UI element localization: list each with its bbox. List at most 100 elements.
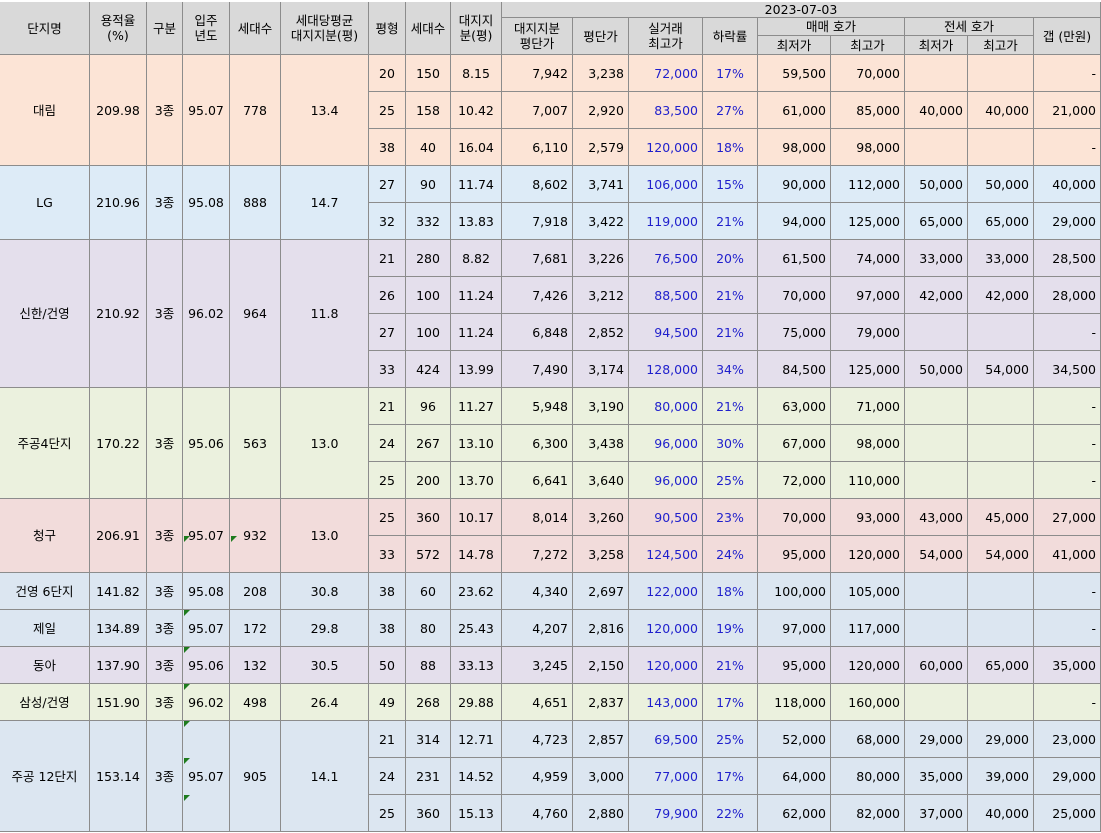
- complex-households[interactable]: 932: [230, 499, 281, 573]
- cell-land-unit-price[interactable]: 7,681: [502, 240, 573, 277]
- cell-jeonse-min[interactable]: 33,000: [905, 240, 968, 277]
- cell-max-trade[interactable]: 122,000: [629, 573, 703, 610]
- cell-drop-rate[interactable]: 21%: [703, 314, 758, 351]
- complex-name[interactable]: 건영 6단지: [0, 573, 90, 610]
- cell-unit-price[interactable]: 2,816: [573, 610, 629, 647]
- cell-pyeong[interactable]: 50: [369, 647, 406, 684]
- cell-jeonse-max[interactable]: [968, 425, 1034, 462]
- cell-max-trade[interactable]: 77,000: [629, 758, 703, 795]
- complex-year[interactable]: 95.08: [183, 573, 230, 610]
- cell-pyeong[interactable]: 38: [369, 129, 406, 166]
- cell-max-trade[interactable]: 69,500: [629, 721, 703, 758]
- cell-pyeong[interactable]: 25: [369, 92, 406, 129]
- complex-year[interactable]: 95.07: [183, 610, 230, 647]
- cell-drop-rate[interactable]: 25%: [703, 721, 758, 758]
- cell-sale-min[interactable]: 72,000: [758, 462, 831, 499]
- cell-gap[interactable]: 29,000: [1034, 758, 1101, 795]
- cell-unit-households[interactable]: 314: [406, 721, 451, 758]
- cell-land-share[interactable]: 13.10: [451, 425, 502, 462]
- complex-zone[interactable]: 3종: [147, 240, 183, 388]
- header-max-trade[interactable]: 실거래 최고가: [629, 18, 703, 55]
- cell-sale-max[interactable]: 105,000: [831, 573, 905, 610]
- cell-gap[interactable]: 27,000: [1034, 499, 1101, 536]
- complex-name[interactable]: 삼성/건영: [0, 684, 90, 721]
- cell-jeonse-max[interactable]: 50,000: [968, 166, 1034, 203]
- header-sale-min[interactable]: 최저가: [758, 36, 831, 55]
- cell-land-share[interactable]: 11.27: [451, 388, 502, 425]
- complex-far[interactable]: 210.92: [90, 240, 147, 388]
- cell-jeonse-max[interactable]: [968, 684, 1034, 721]
- complex-households[interactable]: 132: [230, 647, 281, 684]
- complex-households[interactable]: 905: [230, 721, 281, 832]
- cell-jeonse-min[interactable]: [905, 425, 968, 462]
- cell-pyeong[interactable]: 38: [369, 610, 406, 647]
- cell-sale-max[interactable]: 80,000: [831, 758, 905, 795]
- cell-max-trade[interactable]: 80,000: [629, 388, 703, 425]
- complex-year[interactable]: 95.06: [183, 647, 230, 684]
- cell-land-unit-price[interactable]: 4,207: [502, 610, 573, 647]
- header-unit-households[interactable]: 세대수: [406, 2, 451, 55]
- header-jeonse-min[interactable]: 최저가: [905, 36, 968, 55]
- cell-jeonse-min[interactable]: 29,000: [905, 721, 968, 758]
- cell-gap[interactable]: -: [1034, 684, 1101, 721]
- cell-sale-max[interactable]: 120,000: [831, 647, 905, 684]
- cell-land-share[interactable]: 11.24: [451, 277, 502, 314]
- cell-jeonse-min[interactable]: 43,000: [905, 499, 968, 536]
- cell-jeonse-max[interactable]: [968, 573, 1034, 610]
- cell-land-unit-price[interactable]: 3,245: [502, 647, 573, 684]
- cell-jeonse-max[interactable]: 54,000: [968, 536, 1034, 573]
- cell-sale-max[interactable]: 71,000: [831, 388, 905, 425]
- cell-unit-households[interactable]: 100: [406, 277, 451, 314]
- complex-far[interactable]: 170.22: [90, 388, 147, 499]
- cell-sale-max[interactable]: 97,000: [831, 277, 905, 314]
- cell-land-share[interactable]: 29.88: [451, 684, 502, 721]
- cell-unit-price[interactable]: 3,000: [573, 758, 629, 795]
- cell-gap[interactable]: -: [1034, 610, 1101, 647]
- cell-land-share[interactable]: 15.13: [451, 795, 502, 832]
- complex-avg-land[interactable]: 29.8: [281, 610, 369, 647]
- cell-land-share[interactable]: 13.70: [451, 462, 502, 499]
- cell-max-trade[interactable]: 79,900: [629, 795, 703, 832]
- cell-drop-rate[interactable]: 23%: [703, 499, 758, 536]
- cell-land-share[interactable]: 14.78: [451, 536, 502, 573]
- header-sale-group[interactable]: 매매 호가: [758, 18, 905, 36]
- cell-max-trade[interactable]: 120,000: [629, 647, 703, 684]
- cell-jeonse-min[interactable]: 65,000: [905, 203, 968, 240]
- cell-gap[interactable]: 23,000: [1034, 721, 1101, 758]
- cell-max-trade[interactable]: 88,500: [629, 277, 703, 314]
- cell-sale-max[interactable]: 74,000: [831, 240, 905, 277]
- cell-gap[interactable]: -: [1034, 129, 1101, 166]
- cell-jeonse-max[interactable]: [968, 129, 1034, 166]
- cell-land-share[interactable]: 8.15: [451, 55, 502, 92]
- cell-unit-households[interactable]: 150: [406, 55, 451, 92]
- cell-unit-price[interactable]: 3,226: [573, 240, 629, 277]
- cell-land-unit-price[interactable]: 7,426: [502, 277, 573, 314]
- cell-land-share[interactable]: 11.74: [451, 166, 502, 203]
- cell-jeonse-min[interactable]: 54,000: [905, 536, 968, 573]
- cell-unit-households[interactable]: 360: [406, 499, 451, 536]
- complex-households[interactable]: 563: [230, 388, 281, 499]
- cell-drop-rate[interactable]: 17%: [703, 684, 758, 721]
- header-jeonse-group[interactable]: 전세 호가: [905, 18, 1034, 36]
- cell-land-unit-price[interactable]: 7,942: [502, 55, 573, 92]
- cell-unit-price[interactable]: 2,150: [573, 647, 629, 684]
- cell-sale-max[interactable]: 117,000: [831, 610, 905, 647]
- complex-zone[interactable]: 3종: [147, 166, 183, 240]
- cell-sale-min[interactable]: 84,500: [758, 351, 831, 388]
- cell-drop-rate[interactable]: 30%: [703, 425, 758, 462]
- cell-gap[interactable]: -: [1034, 425, 1101, 462]
- complex-avg-land[interactable]: 14.1: [281, 721, 369, 832]
- cell-drop-rate[interactable]: 15%: [703, 166, 758, 203]
- cell-unit-price[interactable]: 3,438: [573, 425, 629, 462]
- cell-unit-price[interactable]: 2,920: [573, 92, 629, 129]
- cell-unit-price[interactable]: 2,837: [573, 684, 629, 721]
- cell-max-trade[interactable]: 94,500: [629, 314, 703, 351]
- cell-land-unit-price[interactable]: 5,948: [502, 388, 573, 425]
- complex-households[interactable]: 208: [230, 573, 281, 610]
- cell-gap[interactable]: -: [1034, 55, 1101, 92]
- cell-land-unit-price[interactable]: 6,641: [502, 462, 573, 499]
- cell-unit-households[interactable]: 424: [406, 351, 451, 388]
- header-drop-rate[interactable]: 하락률: [703, 18, 758, 55]
- cell-pyeong[interactable]: 27: [369, 166, 406, 203]
- cell-land-share[interactable]: 12.71: [451, 721, 502, 758]
